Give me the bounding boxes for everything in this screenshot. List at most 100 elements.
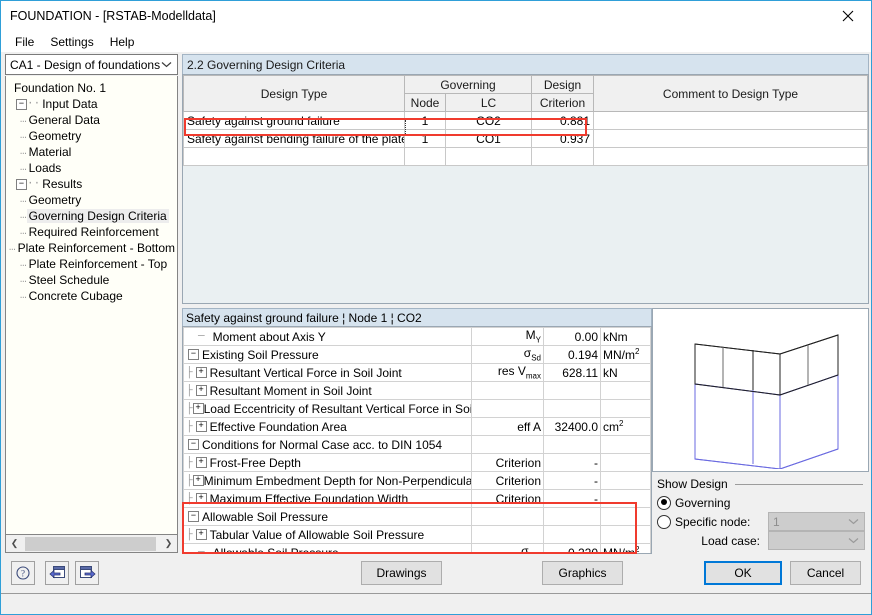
drawings-button[interactable]: Drawings (361, 561, 442, 585)
detail-label: Load Eccentricity of Resultant Vertical … (203, 401, 471, 416)
table-row[interactable]: Safety against bending failure of the pl… (183, 129, 868, 148)
detail-row[interactable]: ├ + Resultant Moment in Soil Joint (183, 381, 651, 400)
detail-label: Existing Soil Pressure (202, 347, 319, 362)
detail-cell-symbol: res Vmax (471, 363, 544, 382)
tree-item-geometry[interactable]: … Geometry (6, 192, 177, 208)
detail-row[interactable]: ├ + Resultant Vertical Force in Soil Joint… (183, 363, 651, 382)
detail-expander-icon[interactable]: − (188, 511, 199, 522)
table-row-empty[interactable] (183, 147, 868, 166)
detail-cell-value: 0.00 (543, 327, 601, 346)
tree-item-input-data[interactable]: − ·· Input Data (6, 96, 177, 112)
menu-settings[interactable]: Settings (42, 33, 101, 51)
detail-expander-icon[interactable]: + (192, 403, 204, 414)
tree-connector: … (20, 226, 27, 238)
detail-cell-name: ─ Allowable Soil Pressure (183, 543, 472, 554)
tree-item-geometry[interactable]: … Geometry (6, 128, 177, 144)
detail-expander-icon[interactable]: + (195, 529, 207, 540)
detail-cell-name: ├ + Frost-Free Depth (183, 453, 472, 472)
tree-connector: … (20, 114, 27, 126)
tree-item-plate-reinforcement-bottom[interactable]: … Plate Reinforcement - Bottom (6, 240, 177, 256)
detail-body[interactable]: ─ Moment about Axis Y MY 0.00 kNm − Existing S… (182, 326, 652, 554)
detail-row[interactable]: − Allowable Soil Pressure (183, 507, 651, 526)
detail-row[interactable]: − Existing Soil Pressure σSd 0.194 MN/m2 (183, 345, 651, 364)
detail-expander-icon[interactable]: + (195, 367, 207, 378)
menu-bar: File Settings Help (1, 31, 871, 52)
cell-comment (593, 111, 868, 130)
detail-label: Resultant Vertical Force in Soil Joint (209, 365, 402, 380)
tree-connector: ├ (186, 474, 193, 487)
detail-row[interactable]: ─ Allowable Soil Pressure σR,d0.220MN/m2 (183, 543, 651, 554)
detail-expander-icon[interactable]: + (195, 457, 207, 468)
tree-item-concrete-cubage[interactable]: … Concrete Cubage (6, 288, 177, 304)
radio-governing-icon[interactable] (657, 495, 671, 510)
detail-cell-value: - (543, 453, 601, 472)
scroll-right-icon[interactable]: ❯ (160, 536, 177, 552)
tree-item-results[interactable]: − ·· Results (6, 176, 177, 192)
col-node: Node (404, 93, 446, 112)
tree-item-label: Geometry (28, 193, 82, 207)
next-page-button[interactable] (75, 561, 99, 585)
ok-button[interactable]: OK (704, 561, 782, 585)
detail-expander-icon[interactable]: + (195, 385, 207, 396)
previous-page-button[interactable] (45, 561, 69, 585)
detail-cell-name: ├ + Tabular Value of Allowable Soil Pressu… (183, 525, 472, 544)
chevron-down-icon (848, 532, 859, 549)
detail-expander-icon[interactable]: + (192, 475, 204, 486)
detail-expander-icon[interactable]: + (195, 493, 207, 504)
menu-help[interactable]: Help (102, 33, 143, 51)
detail-cell-name: ├ + Load Eccentricity of Resultant Vertica… (183, 399, 472, 418)
navigator-hscrollbar[interactable]: ❮ ❯ (5, 535, 178, 553)
tree-expander-icon[interactable]: − (16, 178, 27, 190)
tree-item-loads[interactable]: … Loads (6, 160, 177, 176)
status-bar (1, 593, 871, 614)
cancel-button[interactable]: Cancel (790, 561, 861, 585)
menu-file[interactable]: File (7, 33, 42, 51)
detail-row[interactable]: ├ + Frost-Free Depth Criterion - (183, 453, 651, 472)
tree-connector: … (20, 194, 27, 206)
detail-row[interactable]: ├ + Maximum Effective Foundation Width Crit… (183, 489, 651, 508)
graphics-button[interactable]: Graphics (542, 561, 623, 585)
detail-cell-unit: MN/m2 (600, 345, 651, 364)
help-button[interactable]: ? (11, 561, 35, 585)
title-bar: FOUNDATION - [RSTAB-Modelldata] (1, 1, 871, 31)
detail-cell-symbol (471, 381, 544, 400)
governing-criteria-table[interactable]: Design Type Governing Design Comment to … (182, 74, 869, 304)
detail-row[interactable]: − Conditions for Normal Case acc. to DIN … (183, 435, 651, 454)
scroll-left-icon[interactable]: ❮ (6, 536, 23, 552)
detail-expander-icon[interactable]: + (195, 421, 207, 432)
radio-governing-row[interactable]: Governing (657, 493, 865, 512)
detail-row[interactable]: ─ Moment about Axis Y MY 0.00 kNm (183, 327, 651, 346)
tree-item-general-data[interactable]: … General Data (6, 112, 177, 128)
tree-item-material[interactable]: … Material (6, 144, 177, 160)
detail-row[interactable]: ├ + Minimum Embedment Depth for Non-Perpen… (183, 471, 651, 490)
detail-expander-icon[interactable]: − (188, 349, 199, 360)
radio-specific-node-row[interactable]: Specific node: 1 (657, 512, 865, 531)
tree-item-foundation-no-1[interactable]: Foundation No. 1 (6, 80, 177, 96)
tree-item-steel-schedule[interactable]: … Steel Schedule (6, 272, 177, 288)
help-icon: ? (16, 566, 30, 580)
hscroll-track[interactable] (23, 535, 160, 552)
tree-item-plate-reinforcement-top[interactable]: … Plate Reinforcement - Top (6, 256, 177, 272)
detail-row[interactable]: ├ + Effective Foundation Area eff A 32400.0 c… (183, 417, 651, 436)
tree-connector: … (20, 162, 27, 174)
detail-label: Allowable Soil Pressure (212, 545, 339, 554)
tree-expander-icon[interactable]: − (16, 98, 27, 110)
navigator-tree[interactable]: Foundation No. 1− ·· Input Data… General Da… (5, 76, 178, 535)
hscroll-thumb[interactable] (25, 536, 156, 551)
table-row[interactable]: Safety against ground failure 1 CO2 0.881 (183, 111, 868, 130)
model-preview[interactable] (652, 308, 869, 472)
module-selector-value: CA1 - Design of foundations (10, 57, 161, 72)
detail-grid: ─ Moment about Axis Y MY 0.00 kNm − Existing S… (183, 327, 651, 554)
detail-row[interactable]: ├ + Tabular Value of Allowable Soil Pressu… (183, 525, 651, 544)
module-selector-combo[interactable]: CA1 - Design of foundations (5, 54, 178, 75)
detail-expander-icon[interactable]: − (188, 439, 199, 450)
close-button[interactable] (825, 1, 871, 30)
tree-item-governing-design-criteria[interactable]: … Governing Design Criteria (6, 208, 177, 224)
detail-cell-symbol (471, 435, 544, 454)
detail-row[interactable]: ├ + Load Eccentricity of Resultant Vertica… (183, 399, 651, 418)
tree-item-required-reinforcement[interactable]: … Required Reinforcement (6, 224, 177, 240)
detail-cell-value: 0.220 (543, 543, 601, 553)
radio-specific-node-icon[interactable] (657, 514, 671, 529)
detail-label: Minimum Embedment Depth for Non-Perpendi… (203, 473, 472, 488)
cell-design-type: Safety against ground failure (183, 111, 405, 130)
